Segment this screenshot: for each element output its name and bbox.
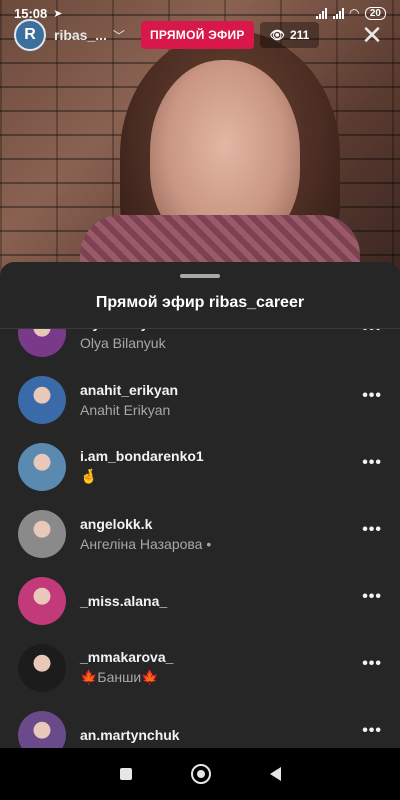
more-options-icon[interactable]: ••• (362, 655, 382, 673)
more-options-icon[interactable]: ••• (362, 588, 382, 606)
viewers-sheet: Прямой эфир ribas_career olyabilanyuk Oly… (0, 262, 400, 748)
viewer-avatar[interactable] (18, 375, 66, 424)
host-avatar[interactable]: R (14, 19, 46, 51)
viewer-text: _miss.alana_ (80, 593, 167, 609)
viewer-username[interactable]: _miss.alana_ (80, 593, 167, 609)
viewer-text: _mmakarova_ 🍁Банши🍁 (80, 649, 173, 686)
viewer-row[interactable]: _miss.alana_ ••• (0, 567, 400, 634)
viewer-row[interactable]: olyabilanyuk Olya Bilanyuk ••• (0, 329, 400, 366)
more-options-icon[interactable]: ••• (362, 454, 382, 472)
more-options-icon[interactable]: ••• (362, 329, 382, 338)
close-icon[interactable]: ✕ (358, 21, 386, 49)
viewer-full-name: 🤞 (80, 468, 98, 484)
recent-apps-icon[interactable] (119, 768, 132, 780)
signal-icon (315, 7, 327, 19)
viewer-username[interactable]: i.am_bondarenko1 (80, 448, 204, 464)
back-icon[interactable] (269, 767, 281, 781)
live-badge: ПРЯМОЙ ЭФИР (140, 21, 254, 49)
viewer-username[interactable]: anahit_erikyan (80, 382, 178, 398)
battery-level: 20 (369, 7, 381, 19)
live-header: R ribas_... ﹀ ПРЯМОЙ ЭФИР 👁 211 ✕ (14, 18, 386, 52)
more-options-icon[interactable]: ••• (362, 722, 382, 740)
viewer-avatar[interactable] (18, 329, 66, 357)
viewer-row[interactable]: angelokk.k Ангеліна Назарова • ••• (0, 500, 400, 567)
more-options-icon[interactable]: ••• (362, 521, 382, 539)
viewer-username[interactable]: olyabilanyuk (80, 329, 166, 331)
viewer-count-badge[interactable]: 👁 211 (259, 22, 320, 48)
viewer-row[interactable]: _mmakarova_ 🍁Банши🍁 ••• (0, 634, 400, 701)
viewer-row[interactable]: an.martynchuk ••• (0, 701, 400, 748)
signal-icon-2 (332, 7, 344, 19)
sheet-drag-handle[interactable] (180, 274, 220, 278)
viewers-list[interactable]: olyabilanyukOlya Bilanyuk•••anahit_eriky… (0, 329, 400, 748)
viewer-full-name: Olya Bilanyuk (80, 334, 166, 351)
viewer-username[interactable]: angelokk.k (80, 516, 211, 532)
viewer-text: angelokk.k Ангеліна Назарова • (80, 516, 211, 552)
viewer-text: i.am_bondarenko1 🤞 (80, 448, 204, 485)
viewer-row[interactable]: i.am_bondarenko1 🤞 ••• (0, 433, 400, 500)
navigation-bar (0, 748, 400, 800)
more-options-icon[interactable]: ••• (362, 387, 382, 405)
viewer-avatar[interactable] (18, 442, 66, 491)
viewer-row[interactable]: anahit_erikyan Anahit Erikyan ••• (0, 366, 400, 433)
viewer-count: 211 (289, 28, 310, 42)
viewer-username[interactable]: _mmakarova_ (80, 649, 173, 665)
viewer-avatar[interactable] (18, 710, 66, 748)
viewer-avatar[interactable] (18, 576, 66, 625)
viewer-full-name: Anahit Erikyan (80, 401, 171, 418)
eye-icon: 👁 (269, 28, 285, 42)
chevron-down-icon[interactable]: ﹀ (113, 27, 125, 44)
viewer-text: olyabilanyuk Olya Bilanyuk (80, 329, 166, 351)
viewer-full-name: Ангеліна Назарова • (80, 535, 212, 552)
viewer-text: an.martynchuk (80, 727, 180, 743)
home-icon[interactable] (190, 764, 211, 784)
viewer-text: anahit_erikyan Anahit Erikyan (80, 382, 178, 418)
host-username[interactable]: ribas_... (54, 27, 107, 43)
viewer-avatar[interactable] (18, 509, 66, 558)
viewer-username[interactable]: an.martynchuk (80, 727, 180, 743)
viewer-avatar[interactable] (18, 643, 66, 692)
sheet-title: Прямой эфир ribas_career (95, 294, 305, 311)
viewer-full-name: 🍁Банши🍁 (80, 669, 159, 685)
